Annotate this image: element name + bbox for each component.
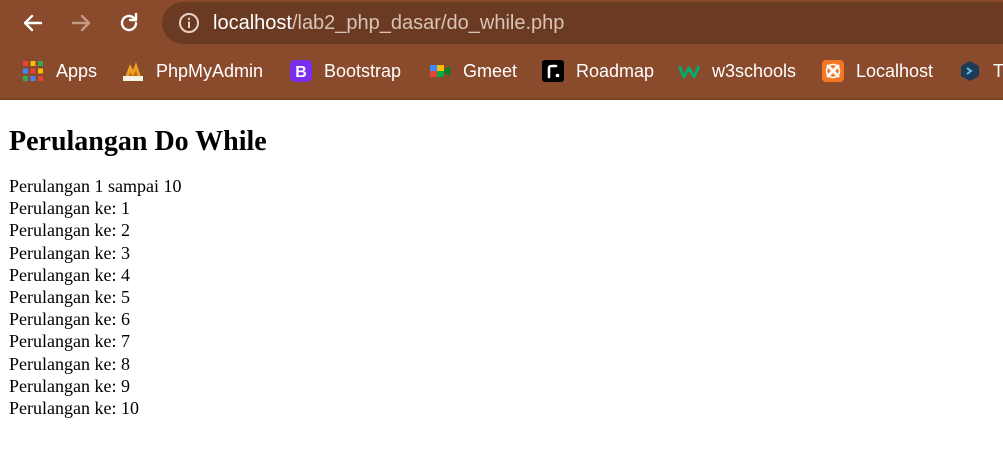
output-line: Perulangan ke: 4 bbox=[9, 264, 130, 285]
bookmark-label: Tr bbox=[993, 60, 1003, 81]
xampp-icon bbox=[822, 60, 844, 82]
output-line: Perulangan ke: 3 bbox=[9, 242, 130, 263]
url-text[interactable]: localhost/lab2_php_dasar/do_while.php bbox=[213, 11, 564, 35]
roadmap-icon bbox=[542, 60, 564, 82]
output-line: Perulangan ke: 9 bbox=[9, 375, 130, 396]
toolbar-divider bbox=[0, 98, 1003, 100]
bookmark-w3schools[interactable]: w3schools bbox=[678, 56, 796, 86]
output-line: Perulangan ke: 1 bbox=[9, 198, 130, 219]
browser-toolbar: localhost/lab2_php_dasar/do_while.php Ap… bbox=[0, 0, 1003, 99]
bookmark-phpmyadmin[interactable]: PhpMyAdmin bbox=[122, 56, 263, 86]
w3schools-icon bbox=[678, 65, 700, 79]
output-line: Perulangan 1 sampai 10 bbox=[9, 176, 182, 196]
page-content: Perulangan Do While Perulangan 1 sampai … bbox=[9, 108, 267, 419]
bookmark-apps[interactable]: Apps bbox=[22, 56, 97, 86]
bookmark-localhost[interactable]: Localhost bbox=[822, 56, 933, 86]
bookmark-icon bbox=[961, 61, 979, 81]
gmeet-icon bbox=[430, 65, 450, 77]
url-host: localhost bbox=[213, 12, 292, 34]
bookmark-roadmap[interactable]: Roadmap bbox=[542, 56, 654, 86]
bootstrap-icon: B bbox=[290, 60, 312, 82]
bookmark-label: w3schools bbox=[712, 60, 797, 81]
url-path: /lab2_php_dasar/do_while.php bbox=[291, 12, 565, 34]
apps-grid-icon bbox=[23, 61, 43, 81]
svg-text:B: B bbox=[295, 64, 307, 81]
forward-button[interactable] bbox=[66, 8, 96, 38]
reload-icon bbox=[120, 12, 138, 32]
loop-output: Perulangan 1 sampai 10 Perulangan ke: 1 … bbox=[9, 175, 267, 419]
arrow-left-icon bbox=[23, 14, 43, 32]
output-line: Perulangan ke: 6 bbox=[9, 309, 130, 330]
arrow-right-icon bbox=[71, 14, 91, 32]
page-heading: Perulangan Do While bbox=[9, 126, 267, 157]
output-line: Perulangan ke: 8 bbox=[9, 353, 130, 374]
bookmark-bootstrap[interactable]: B Bootstrap bbox=[290, 56, 401, 86]
output-line: Perulangan ke: 5 bbox=[9, 287, 130, 308]
bookmark-label: Gmeet bbox=[463, 60, 518, 81]
bookmark-gmeet[interactable]: Gmeet bbox=[429, 56, 517, 86]
output-line: Perulangan ke: 10 bbox=[9, 398, 139, 419]
reload-button[interactable] bbox=[114, 8, 144, 38]
output-line: Perulangan ke: 7 bbox=[9, 331, 130, 352]
bookmark-tr[interactable]: Tr bbox=[959, 56, 1003, 86]
bookmark-label: Roadmap bbox=[576, 60, 655, 81]
info-icon[interactable] bbox=[178, 12, 200, 34]
bookmark-label: Apps bbox=[56, 60, 98, 81]
bookmark-label: Localhost bbox=[856, 60, 934, 81]
output-line: Perulangan ke: 2 bbox=[9, 220, 130, 241]
bookmark-label: Bootstrap bbox=[324, 60, 402, 81]
back-button[interactable] bbox=[18, 8, 48, 38]
phpmyadmin-icon bbox=[123, 62, 143, 81]
bookmark-label: PhpMyAdmin bbox=[156, 60, 264, 81]
address-bar[interactable]: localhost/lab2_php_dasar/do_while.php bbox=[162, 2, 1003, 44]
bookmarks-bar: Apps PhpMyAdmin B Bootstrap Gmeet Roadma… bbox=[0, 56, 1003, 86]
